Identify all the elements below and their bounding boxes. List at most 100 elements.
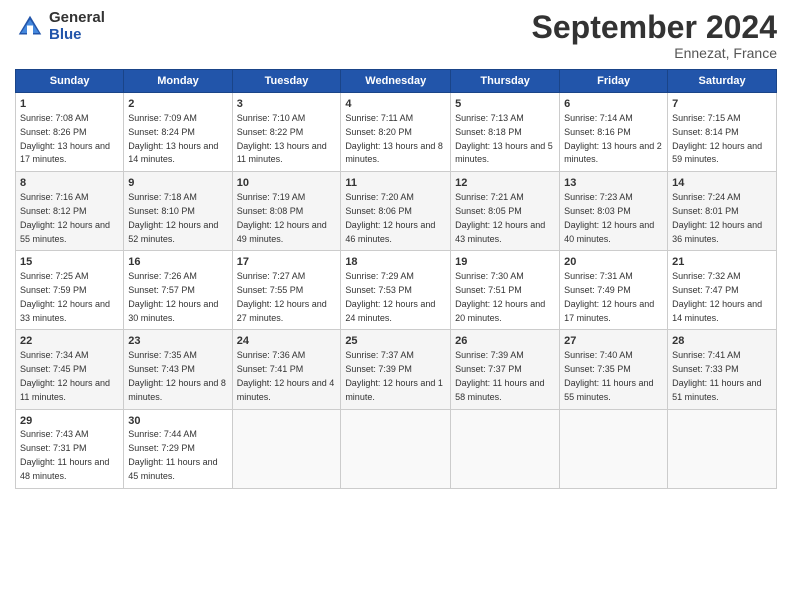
day-info: Sunrise: 7:18 AMSunset: 8:10 PMDaylight:… [128, 192, 218, 243]
calendar-cell: 7Sunrise: 7:15 AMSunset: 8:14 PMDaylight… [668, 93, 777, 172]
day-number: 12 [455, 176, 555, 191]
day-number: 19 [455, 255, 555, 270]
calendar-cell: 24Sunrise: 7:36 AMSunset: 7:41 PMDayligh… [232, 330, 341, 409]
calendar-cell: 10Sunrise: 7:19 AMSunset: 8:08 PMDayligh… [232, 172, 341, 251]
calendar-cell: 19Sunrise: 7:30 AMSunset: 7:51 PMDayligh… [451, 251, 560, 330]
day-number: 27 [564, 334, 663, 349]
day-info: Sunrise: 7:11 AMSunset: 8:20 PMDaylight:… [345, 113, 443, 164]
day-number: 10 [237, 176, 337, 191]
day-info: Sunrise: 7:15 AMSunset: 8:14 PMDaylight:… [672, 113, 762, 164]
day-number: 18 [345, 255, 446, 270]
day-info: Sunrise: 7:27 AMSunset: 7:55 PMDaylight:… [237, 271, 327, 322]
calendar-cell [341, 409, 451, 488]
calendar-cell: 16Sunrise: 7:26 AMSunset: 7:57 PMDayligh… [124, 251, 232, 330]
day-number: 17 [237, 255, 337, 270]
calendar-cell: 14Sunrise: 7:24 AMSunset: 8:01 PMDayligh… [668, 172, 777, 251]
calendar-cell [232, 409, 341, 488]
logo: General Blue [15, 10, 105, 43]
calendar-cell: 17Sunrise: 7:27 AMSunset: 7:55 PMDayligh… [232, 251, 341, 330]
day-number: 1 [20, 97, 119, 112]
day-info: Sunrise: 7:32 AMSunset: 7:47 PMDaylight:… [672, 271, 762, 322]
day-info: Sunrise: 7:20 AMSunset: 8:06 PMDaylight:… [345, 192, 435, 243]
calendar-cell: 3Sunrise: 7:10 AMSunset: 8:22 PMDaylight… [232, 93, 341, 172]
calendar-cell: 30Sunrise: 7:44 AMSunset: 7:29 PMDayligh… [124, 409, 232, 488]
day-number: 15 [20, 255, 119, 270]
logo-text: General Blue [49, 10, 105, 43]
calendar-week-1: 8Sunrise: 7:16 AMSunset: 8:12 PMDaylight… [16, 172, 777, 251]
day-info: Sunrise: 7:19 AMSunset: 8:08 PMDaylight:… [237, 192, 327, 243]
day-number: 20 [564, 255, 663, 270]
calendar-week-0: 1Sunrise: 7:08 AMSunset: 8:26 PMDaylight… [16, 93, 777, 172]
day-info: Sunrise: 7:13 AMSunset: 8:18 PMDaylight:… [455, 113, 553, 164]
day-info: Sunrise: 7:26 AMSunset: 7:57 PMDaylight:… [128, 271, 218, 322]
calendar-cell: 4Sunrise: 7:11 AMSunset: 8:20 PMDaylight… [341, 93, 451, 172]
day-info: Sunrise: 7:35 AMSunset: 7:43 PMDaylight:… [128, 350, 226, 401]
calendar-cell: 1Sunrise: 7:08 AMSunset: 8:26 PMDaylight… [16, 93, 124, 172]
calendar-cell: 11Sunrise: 7:20 AMSunset: 8:06 PMDayligh… [341, 172, 451, 251]
calendar-cell [451, 409, 560, 488]
day-number: 11 [345, 176, 446, 191]
day-number: 6 [564, 97, 663, 112]
header: General Blue September 2024 Ennezat, Fra… [15, 10, 777, 61]
day-info: Sunrise: 7:21 AMSunset: 8:05 PMDaylight:… [455, 192, 545, 243]
day-number: 4 [345, 97, 446, 112]
day-number: 9 [128, 176, 227, 191]
calendar-cell: 28Sunrise: 7:41 AMSunset: 7:33 PMDayligh… [668, 330, 777, 409]
day-info: Sunrise: 7:10 AMSunset: 8:22 PMDaylight:… [237, 113, 327, 164]
day-info: Sunrise: 7:29 AMSunset: 7:53 PMDaylight:… [345, 271, 435, 322]
day-number: 8 [20, 176, 119, 191]
col-tuesday: Tuesday [232, 70, 341, 93]
calendar-cell: 25Sunrise: 7:37 AMSunset: 7:39 PMDayligh… [341, 330, 451, 409]
page: General Blue September 2024 Ennezat, Fra… [0, 0, 792, 612]
day-info: Sunrise: 7:40 AMSunset: 7:35 PMDaylight:… [564, 350, 653, 401]
calendar-table: Sunday Monday Tuesday Wednesday Thursday… [15, 69, 777, 488]
day-info: Sunrise: 7:37 AMSunset: 7:39 PMDaylight:… [345, 350, 443, 401]
col-monday: Monday [124, 70, 232, 93]
day-info: Sunrise: 7:16 AMSunset: 8:12 PMDaylight:… [20, 192, 110, 243]
calendar-week-3: 22Sunrise: 7:34 AMSunset: 7:45 PMDayligh… [16, 330, 777, 409]
day-info: Sunrise: 7:14 AMSunset: 8:16 PMDaylight:… [564, 113, 662, 164]
calendar-cell: 15Sunrise: 7:25 AMSunset: 7:59 PMDayligh… [16, 251, 124, 330]
day-number: 21 [672, 255, 772, 270]
col-saturday: Saturday [668, 70, 777, 93]
day-number: 13 [564, 176, 663, 191]
day-number: 24 [237, 334, 337, 349]
day-number: 16 [128, 255, 227, 270]
col-friday: Friday [560, 70, 668, 93]
calendar-cell: 27Sunrise: 7:40 AMSunset: 7:35 PMDayligh… [560, 330, 668, 409]
logo-blue-text: Blue [49, 27, 105, 44]
calendar-cell [560, 409, 668, 488]
calendar-week-4: 29Sunrise: 7:43 AMSunset: 7:31 PMDayligh… [16, 409, 777, 488]
calendar-cell: 29Sunrise: 7:43 AMSunset: 7:31 PMDayligh… [16, 409, 124, 488]
day-info: Sunrise: 7:24 AMSunset: 8:01 PMDaylight:… [672, 192, 762, 243]
calendar-cell: 13Sunrise: 7:23 AMSunset: 8:03 PMDayligh… [560, 172, 668, 251]
col-thursday: Thursday [451, 70, 560, 93]
calendar-cell: 21Sunrise: 7:32 AMSunset: 7:47 PMDayligh… [668, 251, 777, 330]
calendar-cell: 12Sunrise: 7:21 AMSunset: 8:05 PMDayligh… [451, 172, 560, 251]
calendar-cell: 6Sunrise: 7:14 AMSunset: 8:16 PMDaylight… [560, 93, 668, 172]
day-number: 3 [237, 97, 337, 112]
col-wednesday: Wednesday [341, 70, 451, 93]
calendar-week-2: 15Sunrise: 7:25 AMSunset: 7:59 PMDayligh… [16, 251, 777, 330]
location: Ennezat, France [532, 45, 777, 61]
calendar-cell [668, 409, 777, 488]
logo-general-text: General [49, 10, 105, 27]
day-info: Sunrise: 7:25 AMSunset: 7:59 PMDaylight:… [20, 271, 110, 322]
day-info: Sunrise: 7:09 AMSunset: 8:24 PMDaylight:… [128, 113, 218, 164]
day-number: 5 [455, 97, 555, 112]
day-info: Sunrise: 7:43 AMSunset: 7:31 PMDaylight:… [20, 429, 109, 480]
day-number: 23 [128, 334, 227, 349]
day-info: Sunrise: 7:23 AMSunset: 8:03 PMDaylight:… [564, 192, 654, 243]
day-number: 25 [345, 334, 446, 349]
day-info: Sunrise: 7:30 AMSunset: 7:51 PMDaylight:… [455, 271, 545, 322]
day-number: 26 [455, 334, 555, 349]
day-info: Sunrise: 7:39 AMSunset: 7:37 PMDaylight:… [455, 350, 544, 401]
day-number: 2 [128, 97, 227, 112]
day-number: 7 [672, 97, 772, 112]
day-info: Sunrise: 7:44 AMSunset: 7:29 PMDaylight:… [128, 429, 217, 480]
calendar-cell: 9Sunrise: 7:18 AMSunset: 8:10 PMDaylight… [124, 172, 232, 251]
calendar-cell: 5Sunrise: 7:13 AMSunset: 8:18 PMDaylight… [451, 93, 560, 172]
calendar-cell: 18Sunrise: 7:29 AMSunset: 7:53 PMDayligh… [341, 251, 451, 330]
calendar-cell: 26Sunrise: 7:39 AMSunset: 7:37 PMDayligh… [451, 330, 560, 409]
calendar-cell: 20Sunrise: 7:31 AMSunset: 7:49 PMDayligh… [560, 251, 668, 330]
